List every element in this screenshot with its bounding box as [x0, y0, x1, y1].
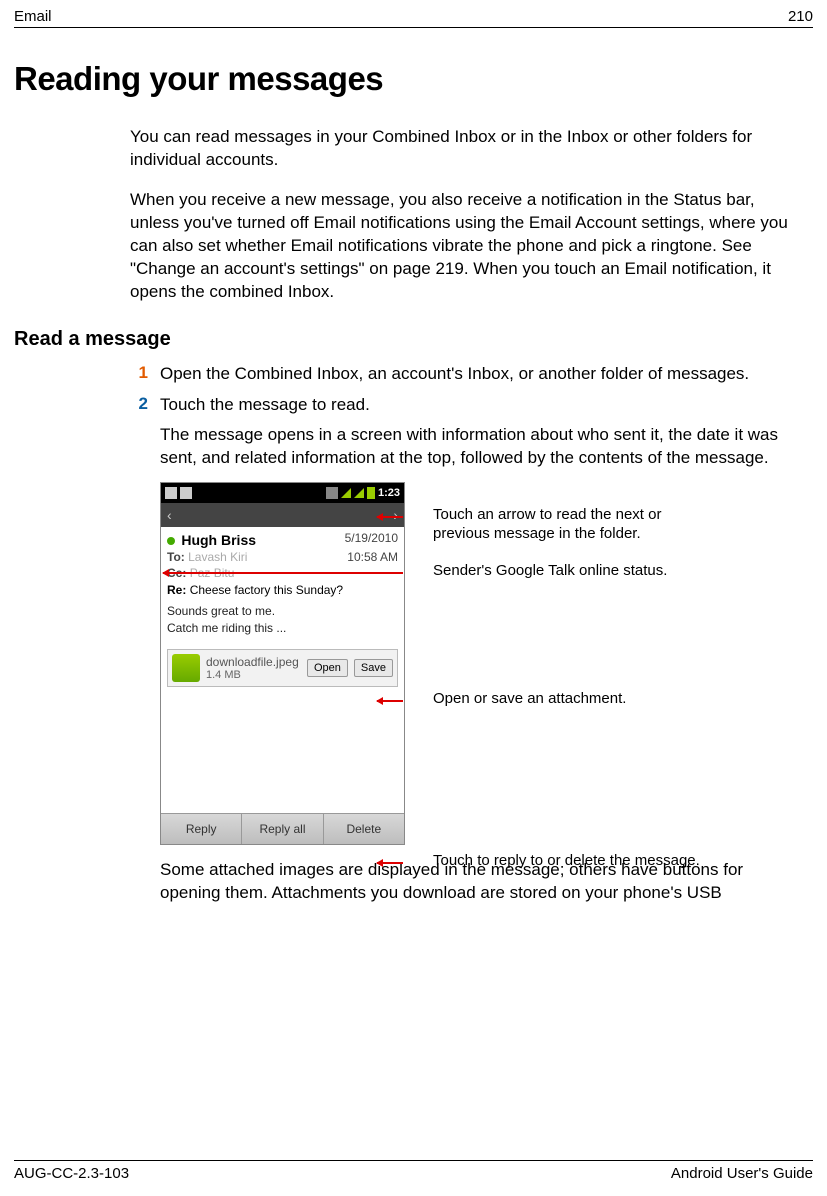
callout-arrows-text: Touch an arrow to read the next or previ… [433, 506, 713, 544]
intro-paragraph-2: When you receive a new message, you also… [130, 189, 803, 304]
subject-prefix: Re: [167, 583, 186, 597]
step-2-continuation: The message opens in a screen with infor… [160, 424, 803, 470]
sender-name: Hugh Briss [181, 532, 256, 548]
message-time: 10:58 AM [347, 550, 398, 566]
status-time: 1:23 [378, 487, 400, 499]
callout-status-text: Sender's Google Talk online status. [433, 562, 713, 581]
signal-icon [341, 488, 351, 498]
message-date: 5/19/2010 [345, 531, 398, 550]
message-blank-area [161, 693, 404, 813]
footer-doc-id: AUG-CC-2.3-103 [14, 1165, 129, 1182]
signal-icon [354, 488, 364, 498]
message-buttons-row: Reply Reply all Delete [161, 813, 404, 844]
sync-icon [326, 487, 338, 499]
attachment-open-button[interactable]: Open [307, 659, 348, 677]
attachment-filename: downloadfile.jpeg [206, 655, 301, 669]
header-section: Email [14, 8, 52, 25]
intro-paragraph-1: You can read messages in your Combined I… [130, 126, 803, 172]
attachment-size: 1.4 MB [206, 669, 301, 681]
subhead-read-a-message: Read a message [14, 328, 813, 351]
page-header: Email 210 [14, 8, 813, 28]
callout-attach-text: Open or save an attachment. [433, 690, 713, 709]
step-2: 2 Touch the message to read. [130, 394, 803, 417]
step-text-2: Touch the message to read. [160, 394, 803, 417]
step-text-1: Open the Combined Inbox, an account's In… [160, 363, 803, 386]
body-line-1: Sounds great to me. [167, 603, 398, 620]
attachment-save-button[interactable]: Save [354, 659, 393, 677]
notification-icon [180, 487, 192, 499]
to-value: Lavash Kiri [188, 550, 247, 564]
footer-guide-title: Android User's Guide [671, 1165, 813, 1182]
attachment-box: downloadfile.jpeg 1.4 MB Open Save [167, 649, 398, 687]
notification-icon [165, 487, 177, 499]
to-label: To: [167, 550, 185, 564]
subject-text: Cheese factory this Sunday? [190, 583, 343, 597]
online-status-dot [167, 537, 175, 545]
step-number-2: 2 [130, 394, 160, 417]
next-message-arrow[interactable]: › [393, 507, 398, 523]
header-page-number: 210 [788, 8, 813, 25]
message-subject: Re: Cheese factory this Sunday? [161, 583, 404, 601]
reply-button[interactable]: Reply [161, 814, 242, 844]
attachment-thumbnail-icon [172, 654, 200, 682]
step-number-1: 1 [130, 363, 160, 386]
prev-message-arrow[interactable]: ‹ [167, 507, 172, 523]
body-line-2: Catch me riding this ... [167, 620, 398, 637]
message-body: Sounds great to me. Catch me riding this… [161, 601, 404, 645]
page-title: Reading your messages [14, 60, 813, 98]
delete-button[interactable]: Delete [324, 814, 404, 844]
screenshot-container: 1:23 ‹ › Hugh Briss 5/19/2010 [160, 482, 810, 844]
status-bar: 1:23 [161, 483, 404, 503]
page-footer: AUG-CC-2.3-103 Android User's Guide [14, 1160, 813, 1182]
battery-icon [367, 487, 375, 499]
nav-arrows-row: ‹ › [161, 503, 404, 527]
reply-all-button[interactable]: Reply all [242, 814, 323, 844]
message-header: Hugh Briss 5/19/2010 To: Lavash Kiri 10:… [161, 527, 404, 583]
step-1: 1 Open the Combined Inbox, an account's … [130, 363, 803, 386]
phone-screenshot: 1:23 ‹ › Hugh Briss 5/19/2010 [160, 482, 405, 844]
callout-bottom-text: Touch to reply to or delete the message. [433, 852, 753, 871]
